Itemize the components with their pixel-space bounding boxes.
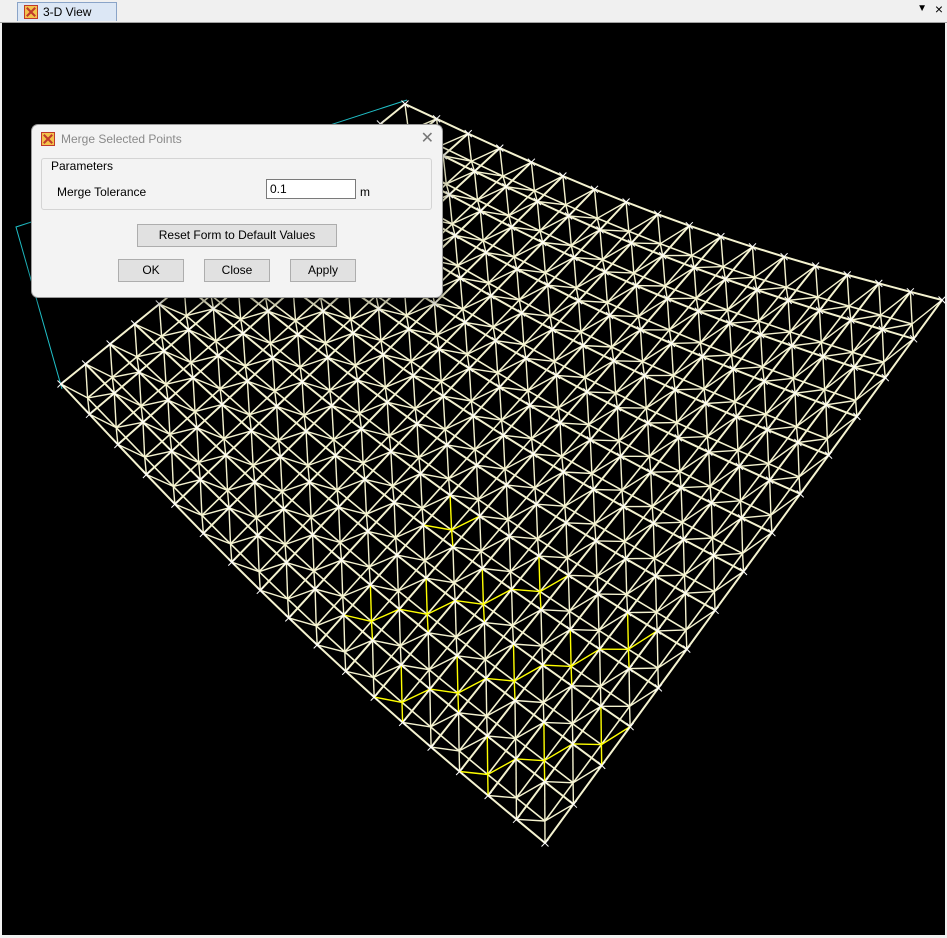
close-icon[interactable]: × bbox=[935, 1, 943, 17]
ok-button[interactable]: OK bbox=[118, 259, 184, 282]
app-icon bbox=[41, 132, 55, 146]
merge-points-dialog: Merge Selected Points ✕ Parameters Merge… bbox=[31, 124, 443, 298]
dialog-title: Merge Selected Points bbox=[61, 132, 182, 146]
tab-bar: 3-D View ▼ × bbox=[0, 0, 947, 23]
close-icon[interactable]: ✕ bbox=[421, 128, 434, 148]
chevron-down-icon[interactable]: ▼ bbox=[917, 3, 927, 14]
reset-defaults-button[interactable]: Reset Form to Default Values bbox=[137, 224, 337, 247]
tab-label: 3-D View bbox=[43, 5, 92, 19]
unit-label: m bbox=[360, 185, 370, 199]
tab-3d-view[interactable]: 3-D View bbox=[17, 2, 117, 21]
merge-tolerance-input[interactable] bbox=[266, 179, 356, 199]
group-label: Parameters bbox=[50, 159, 115, 173]
close-button[interactable]: Close bbox=[204, 259, 270, 282]
app-icon bbox=[24, 5, 38, 19]
apply-button[interactable]: Apply bbox=[290, 259, 356, 282]
merge-tolerance-label: Merge Tolerance bbox=[57, 185, 147, 199]
